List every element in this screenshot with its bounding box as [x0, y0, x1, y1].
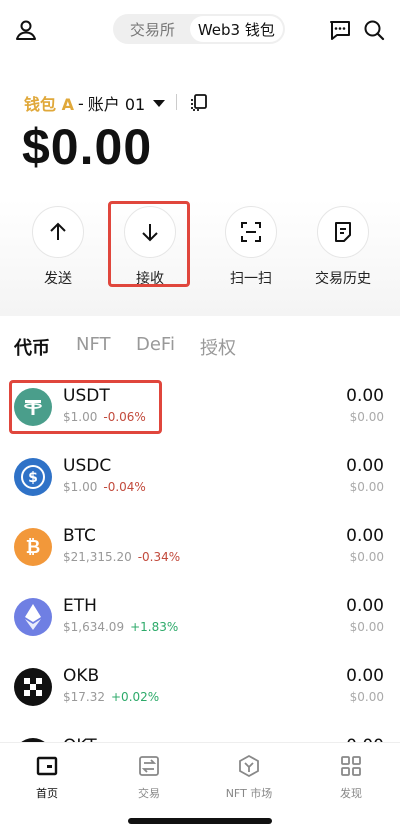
search-icon[interactable]	[360, 16, 388, 44]
token-price: $21,315.20	[63, 550, 132, 564]
token-change: -0.04%	[103, 480, 146, 494]
nft-market-icon	[236, 753, 262, 779]
token-change: +1.83%	[130, 620, 179, 634]
history-button[interactable]: 交易历史	[313, 206, 373, 288]
token-amount: 0.00	[346, 526, 384, 546]
token-symbol: USDC	[63, 456, 112, 476]
token-price: $1.00	[63, 480, 98, 494]
top-bar: 交易所 Web3 钱包	[0, 0, 400, 56]
send-label: 发送	[44, 271, 72, 287]
discover-icon	[338, 753, 364, 779]
profile-icon[interactable]	[12, 16, 40, 44]
usdc-icon: $	[14, 458, 52, 496]
ethereum-icon	[14, 598, 52, 636]
history-label: 交易历史	[315, 271, 371, 287]
account-separator: -	[77, 93, 84, 113]
nav-home-label: 首页	[36, 787, 58, 800]
token-price-line: $17.32 +0.02%	[63, 690, 159, 704]
token-amount: 0.00	[346, 386, 384, 406]
mode-switch: 交易所 Web3 钱包	[113, 14, 285, 44]
token-value: $0.00	[349, 410, 384, 424]
scan-icon	[225, 206, 277, 258]
highlight-box-receive	[108, 201, 190, 287]
token-symbol: OKB	[63, 666, 100, 686]
token-value: $0.00	[349, 690, 384, 704]
token-amount: 0.00	[346, 596, 384, 616]
nav-discover[interactable]: 发现	[306, 753, 396, 801]
account-selector[interactable]: 钱包 A - 账户 01	[24, 91, 166, 115]
okb-icon	[14, 668, 52, 706]
token-row-usdc[interactable]: $ USDC $1.00 -0.04% 0.00 $0.00	[0, 446, 400, 516]
token-value: $0.00	[349, 480, 384, 494]
highlight-box-usdt	[9, 380, 162, 434]
nav-nft-market-label: NFT 市场	[225, 787, 273, 800]
svg-text:₿: ₿	[26, 537, 41, 558]
token-value: $0.00	[349, 620, 384, 634]
message-icon[interactable]	[326, 16, 354, 44]
home-indicator	[128, 818, 272, 824]
wallet-icon	[34, 753, 60, 779]
divider	[176, 94, 177, 110]
token-price-line: $1.00 -0.04%	[63, 480, 146, 494]
asset-tabs: 代币 NFT DeFi 授权	[0, 330, 400, 366]
total-balance: $0.00	[22, 119, 153, 175]
token-row-btc[interactable]: ₿ BTC $21,315.20 -0.34% 0.00 $0.00	[0, 516, 400, 586]
scan-button[interactable]: 扫一扫	[223, 206, 279, 288]
trade-icon	[136, 753, 162, 779]
nav-trade-label: 交易	[138, 787, 160, 800]
token-price: $1,634.09	[63, 620, 125, 634]
tab-nft[interactable]: NFT	[76, 334, 111, 355]
send-button[interactable]: 发送	[30, 206, 86, 288]
token-symbol: BTC	[63, 526, 96, 546]
svg-text:$: $	[28, 470, 38, 486]
tab-exchange[interactable]: 交易所	[115, 16, 190, 42]
token-price: $17.32	[63, 690, 105, 704]
token-price-line: $1,634.09 +1.83%	[63, 620, 178, 634]
arrow-up-icon	[32, 206, 84, 258]
nav-home[interactable]: 首页	[2, 753, 92, 801]
token-symbol: ETH	[63, 596, 97, 616]
token-change: +0.02%	[111, 690, 160, 704]
token-change: -0.34%	[137, 550, 181, 564]
bitcoin-icon: ₿	[14, 528, 52, 566]
account-name: 账户 01	[87, 95, 146, 114]
tab-approvals[interactable]: 授权	[200, 334, 236, 360]
nav-discover-label: 发现	[340, 787, 362, 800]
token-row-eth[interactable]: ETH $1,634.09 +1.83% 0.00 $0.00	[0, 586, 400, 656]
nav-nft-market[interactable]: NFT 市场	[204, 753, 294, 801]
history-icon	[317, 206, 369, 258]
nav-trade[interactable]: 交易	[104, 753, 194, 801]
scan-label: 扫一扫	[230, 271, 272, 287]
token-amount: 0.00	[346, 456, 384, 476]
tab-web3-wallet[interactable]: Web3 钱包	[189, 16, 283, 42]
caret-down-icon	[153, 99, 166, 107]
token-row-okb[interactable]: OKB $17.32 +0.02% 0.00 $0.00	[0, 656, 400, 726]
tab-tokens[interactable]: 代币	[14, 334, 50, 360]
copy-icon[interactable]	[188, 92, 210, 114]
token-value: $0.00	[349, 550, 384, 564]
tab-defi[interactable]: DeFi	[136, 334, 175, 355]
token-price-line: $21,315.20 -0.34%	[63, 550, 180, 564]
token-amount: 0.00	[346, 666, 384, 686]
wallet-name: 钱包 A	[24, 95, 74, 114]
